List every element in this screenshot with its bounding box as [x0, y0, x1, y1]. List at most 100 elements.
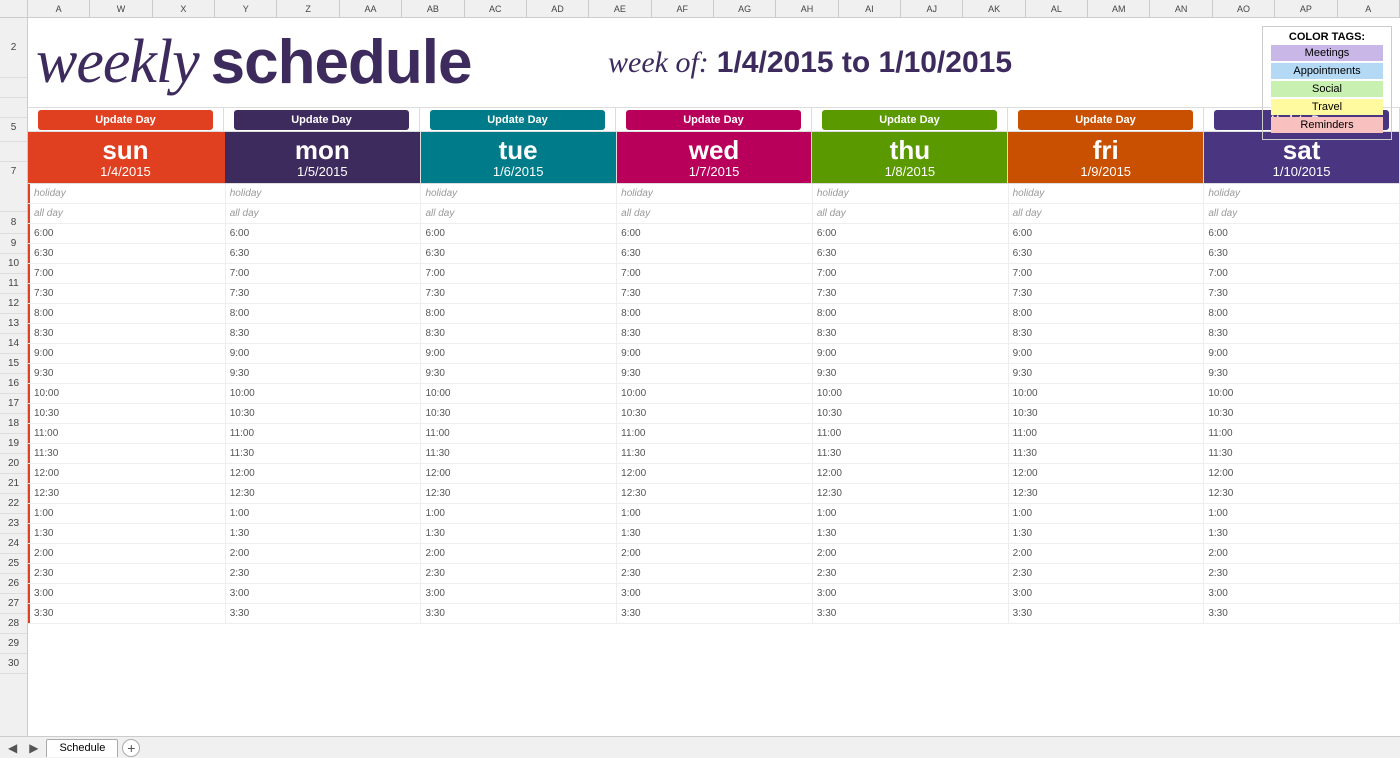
time-cell-21-5[interactable]: 3:30 — [1009, 604, 1205, 623]
time-cell-0-2[interactable]: holiday — [421, 184, 617, 203]
col-header-AE[interactable]: AE — [589, 0, 651, 17]
sheet-tab-schedule[interactable]: Schedule — [46, 739, 118, 757]
time-cell-8-5[interactable]: 9:00 — [1009, 344, 1205, 363]
time-cell-10-3[interactable]: 10:00 — [617, 384, 813, 403]
time-cell-12-4[interactable]: 11:00 — [813, 424, 1009, 443]
time-cell-10-6[interactable]: 10:00 — [1204, 384, 1400, 403]
time-cell-20-5[interactable]: 3:00 — [1009, 584, 1205, 603]
time-cell-12-3[interactable]: 11:00 — [617, 424, 813, 443]
col-header-AJ[interactable]: AJ — [901, 0, 963, 17]
col-header-A2[interactable]: A — [1338, 0, 1400, 17]
time-cell-18-4[interactable]: 2:00 — [813, 544, 1009, 563]
time-cell-3-1[interactable]: 6:30 — [226, 244, 422, 263]
time-cell-18-1[interactable]: 2:00 — [226, 544, 422, 563]
update-day-btn-tue[interactable]: Update Day — [430, 110, 606, 130]
time-cell-8-4[interactable]: 9:00 — [813, 344, 1009, 363]
time-cell-19-0[interactable]: 2:30 — [28, 564, 226, 583]
col-header-AA[interactable]: AA — [340, 0, 402, 17]
time-cell-18-3[interactable]: 2:00 — [617, 544, 813, 563]
time-cell-2-6[interactable]: 6:00 — [1204, 224, 1400, 243]
time-cell-20-0[interactable]: 3:00 — [28, 584, 226, 603]
time-cell-1-5[interactable]: all day — [1009, 204, 1205, 223]
time-cell-6-5[interactable]: 8:00 — [1009, 304, 1205, 323]
time-cell-14-6[interactable]: 12:00 — [1204, 464, 1400, 483]
time-cell-14-0[interactable]: 12:00 — [28, 464, 226, 483]
time-cell-18-5[interactable]: 2:00 — [1009, 544, 1205, 563]
time-cell-15-2[interactable]: 12:30 — [421, 484, 617, 503]
time-cell-4-1[interactable]: 7:00 — [226, 264, 422, 283]
time-cell-16-5[interactable]: 1:00 — [1009, 504, 1205, 523]
time-cell-16-6[interactable]: 1:00 — [1204, 504, 1400, 523]
update-day-btn-mon[interactable]: Update Day — [234, 110, 410, 130]
time-cell-13-6[interactable]: 11:30 — [1204, 444, 1400, 463]
time-cell-4-6[interactable]: 7:00 — [1204, 264, 1400, 283]
time-cell-19-1[interactable]: 2:30 — [226, 564, 422, 583]
time-cell-11-1[interactable]: 10:30 — [226, 404, 422, 423]
col-header-AO[interactable]: AO — [1213, 0, 1275, 17]
time-cell-11-0[interactable]: 10:30 — [28, 404, 226, 423]
time-cell-0-3[interactable]: holiday — [617, 184, 813, 203]
time-cell-15-1[interactable]: 12:30 — [226, 484, 422, 503]
time-cell-3-3[interactable]: 6:30 — [617, 244, 813, 263]
time-cell-19-3[interactable]: 2:30 — [617, 564, 813, 583]
time-cell-10-2[interactable]: 10:00 — [421, 384, 617, 403]
time-cell-7-6[interactable]: 8:30 — [1204, 324, 1400, 343]
col-header-Z[interactable]: Z — [277, 0, 339, 17]
time-cell-20-1[interactable]: 3:00 — [226, 584, 422, 603]
time-cell-13-4[interactable]: 11:30 — [813, 444, 1009, 463]
col-header-AM[interactable]: AM — [1088, 0, 1150, 17]
time-cell-21-6[interactable]: 3:30 — [1204, 604, 1400, 623]
time-cell-18-6[interactable]: 2:00 — [1204, 544, 1400, 563]
time-cell-3-4[interactable]: 6:30 — [813, 244, 1009, 263]
time-cell-17-1[interactable]: 1:30 — [226, 524, 422, 543]
time-cell-1-0[interactable]: all day — [28, 204, 226, 223]
time-cell-20-6[interactable]: 3:00 — [1204, 584, 1400, 603]
time-cell-3-6[interactable]: 6:30 — [1204, 244, 1400, 263]
time-cell-8-0[interactable]: 9:00 — [28, 344, 226, 363]
time-cell-3-0[interactable]: 6:30 — [28, 244, 226, 263]
time-cell-0-5[interactable]: holiday — [1009, 184, 1205, 203]
time-cell-1-6[interactable]: all day — [1204, 204, 1400, 223]
time-cell-14-3[interactable]: 12:00 — [617, 464, 813, 483]
time-cell-2-4[interactable]: 6:00 — [813, 224, 1009, 243]
time-cell-16-2[interactable]: 1:00 — [421, 504, 617, 523]
time-cell-21-1[interactable]: 3:30 — [226, 604, 422, 623]
time-cell-5-2[interactable]: 7:30 — [421, 284, 617, 303]
time-cell-4-4[interactable]: 7:00 — [813, 264, 1009, 283]
time-cell-8-2[interactable]: 9:00 — [421, 344, 617, 363]
time-cell-19-2[interactable]: 2:30 — [421, 564, 617, 583]
time-cell-18-0[interactable]: 2:00 — [28, 544, 226, 563]
time-cell-8-3[interactable]: 9:00 — [617, 344, 813, 363]
time-cell-2-2[interactable]: 6:00 — [421, 224, 617, 243]
time-cell-9-4[interactable]: 9:30 — [813, 364, 1009, 383]
time-cell-21-3[interactable]: 3:30 — [617, 604, 813, 623]
time-cell-1-1[interactable]: all day — [226, 204, 422, 223]
nav-arrow-left[interactable]: ◀ — [4, 741, 21, 755]
time-cell-1-3[interactable]: all day — [617, 204, 813, 223]
col-header-X[interactable]: X — [153, 0, 215, 17]
time-cell-11-3[interactable]: 10:30 — [617, 404, 813, 423]
time-cell-16-0[interactable]: 1:00 — [28, 504, 226, 523]
time-cell-14-2[interactable]: 12:00 — [421, 464, 617, 483]
update-day-btn-thu[interactable]: Update Day — [822, 110, 998, 130]
time-cell-5-1[interactable]: 7:30 — [226, 284, 422, 303]
time-cell-6-3[interactable]: 8:00 — [617, 304, 813, 323]
time-cell-11-4[interactable]: 10:30 — [813, 404, 1009, 423]
time-cell-14-1[interactable]: 12:00 — [226, 464, 422, 483]
col-header-W[interactable]: W — [90, 0, 152, 17]
time-cell-2-3[interactable]: 6:00 — [617, 224, 813, 243]
time-cell-4-3[interactable]: 7:00 — [617, 264, 813, 283]
time-cell-10-0[interactable]: 10:00 — [28, 384, 226, 403]
time-cell-15-3[interactable]: 12:30 — [617, 484, 813, 503]
time-cell-7-5[interactable]: 8:30 — [1009, 324, 1205, 343]
time-cell-16-3[interactable]: 1:00 — [617, 504, 813, 523]
time-cell-6-0[interactable]: 8:00 — [28, 304, 226, 323]
col-header-AP[interactable]: AP — [1275, 0, 1337, 17]
time-cell-13-5[interactable]: 11:30 — [1009, 444, 1205, 463]
time-cell-9-6[interactable]: 9:30 — [1204, 364, 1400, 383]
col-header-A[interactable]: A — [28, 0, 90, 17]
col-header-AD[interactable]: AD — [527, 0, 589, 17]
time-cell-6-6[interactable]: 8:00 — [1204, 304, 1400, 323]
col-header-AN[interactable]: AN — [1150, 0, 1212, 17]
time-cell-4-2[interactable]: 7:00 — [421, 264, 617, 283]
